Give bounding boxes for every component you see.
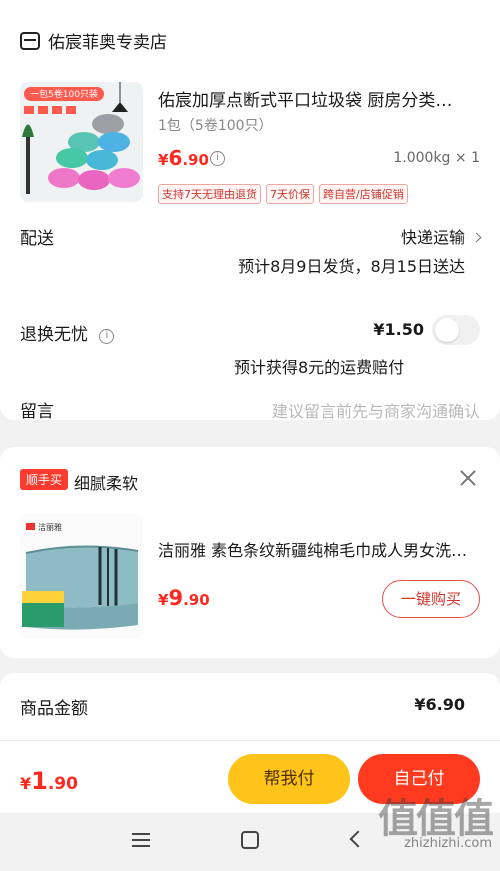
image-banner-text: 一包5卷100只装 [30, 88, 98, 100]
returns-toggle[interactable] [432, 315, 480, 345]
product-spec: 1包（5卷100只） [158, 118, 273, 134]
product-title[interactable]: 佑宸加厚点断式平口垃圾袋 厨房分类… [158, 86, 478, 111]
delivery-method-text: 快递运输 [400, 228, 465, 247]
addon-image[interactable]: 洁丽雅 [20, 513, 143, 639]
goods-amount-value: ¥6.90 [414, 695, 465, 714]
returns-price: ¥1.50 [373, 320, 424, 339]
goods-amount-label: 商品金额 [20, 699, 88, 719]
price-decimal: .90 [183, 591, 210, 609]
menu-icon[interactable] [132, 833, 150, 851]
price-decimal: .90 [47, 774, 78, 794]
returns-label: 退换无忧 i [20, 320, 115, 346]
delivery-method[interactable]: 快递运输 [400, 224, 482, 248]
service-tags: 支持7天无理由退货 7天价保 跨自营/店铺促销 [158, 184, 408, 204]
addon-badge: 顺手买 [20, 469, 69, 490]
price-integer: 9 [168, 586, 184, 610]
product-image[interactable]: 一包5卷100只装 [20, 82, 143, 202]
chevron-right-icon [471, 232, 482, 243]
price-integer: 6 [168, 146, 183, 170]
returns-label-text: 退换无忧 [20, 325, 88, 345]
product-quantity: 1.000kg × 1 [393, 150, 480, 166]
close-icon[interactable] [460, 470, 476, 486]
price-decimal: .90 [182, 151, 209, 169]
brand-logo: 洁丽雅 [38, 522, 62, 532]
info-icon[interactable]: i [99, 329, 115, 344]
price-symbol: ¥ [158, 151, 169, 169]
price-symbol: ¥ [158, 591, 169, 609]
price-integer: 1 [31, 767, 48, 795]
help-me-pay-button[interactable]: 帮我付 [228, 754, 350, 804]
returns-note: 预计获得8元的运费赔付 [234, 358, 405, 377]
info-icon[interactable]: i [210, 151, 225, 166]
back-icon[interactable] [349, 830, 367, 848]
shop-name: 佑宸菲奥专卖店 [48, 33, 167, 53]
service-tag: 支持7天无理由退货 [158, 184, 261, 204]
service-tag: 跨自营/店铺促销 [319, 184, 408, 204]
towel-illustration: 洁丽雅 [20, 513, 143, 639]
addon-title: 细腻柔软 [74, 474, 139, 493]
home-icon[interactable] [241, 831, 259, 849]
delivery-label: 配送 [20, 229, 54, 249]
one-click-buy-button[interactable]: 一键购买 [382, 580, 480, 618]
shop-icon [20, 31, 40, 50]
message-label: 留言 [20, 402, 54, 422]
product-price: ¥6.90 [158, 146, 209, 170]
order-card: 佑宸菲奥专卖店 一包5卷100只装 佑宸加厚点断式平口垃圾袋 厨房分类… 1包（… [0, 0, 500, 422]
delivery-estimate: 预计8月9日发货，8月15日送达 [238, 257, 465, 276]
price-symbol: ¥ [20, 774, 32, 793]
addon-product-title[interactable]: 洁丽雅 素色条纹新疆纯棉毛巾成人男女洗… [158, 537, 480, 561]
total-price: ¥1.90 [20, 767, 78, 795]
message-input[interactable]: 建议留言前先与商家沟通确认 [272, 398, 480, 422]
service-tag: 7天价保 [266, 184, 314, 204]
shop-row[interactable]: 佑宸菲奥专卖店 [20, 28, 167, 53]
addon-price: ¥9.90 [158, 586, 210, 610]
trash-bag-rolls-illustration: 一包5卷100只装 [20, 82, 143, 202]
watermark: 值值值 zhizhizhi.com [378, 786, 494, 851]
